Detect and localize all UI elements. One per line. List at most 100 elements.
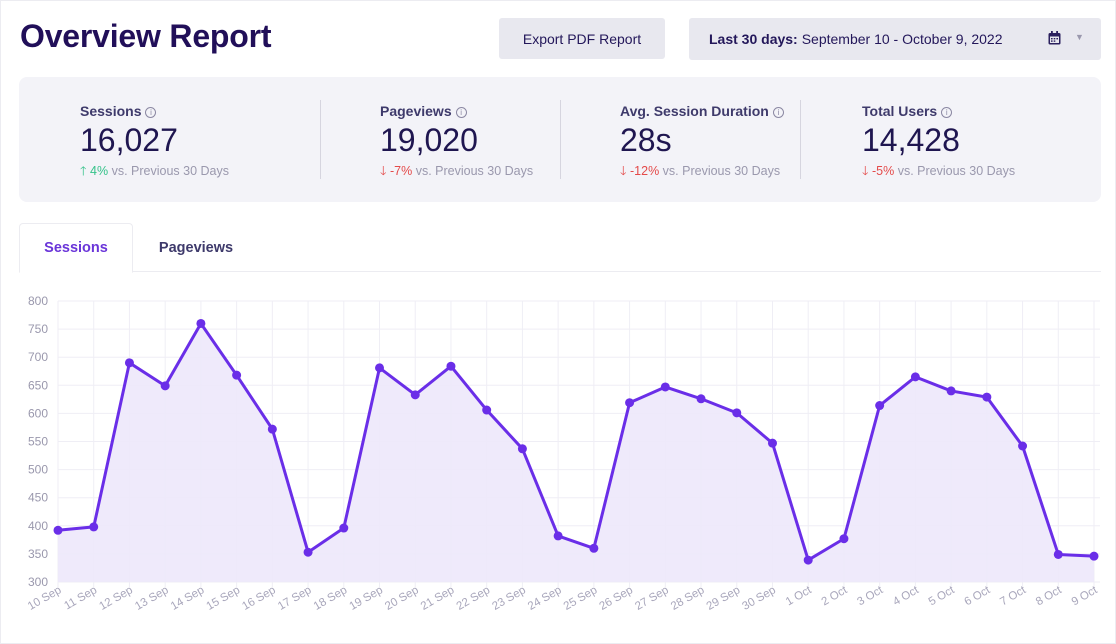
x-tick-label: 1 Oct <box>784 584 814 609</box>
data-point <box>1018 441 1028 451</box>
divider <box>320 100 321 179</box>
x-tick-label: 21 Sep <box>419 584 457 613</box>
stat-label: Sessions i <box>80 103 157 119</box>
caret-down-icon: ▼ <box>1075 32 1084 42</box>
delta-compare: vs. Previous 30 Days <box>897 164 1016 178</box>
x-tick-label: 27 Sep <box>633 584 671 613</box>
x-tick-label: 26 Sep <box>598 584 636 613</box>
data-point <box>875 401 885 411</box>
data-point <box>160 381 170 391</box>
data-point <box>339 523 349 533</box>
export-pdf-button[interactable]: Export PDF Report <box>499 18 665 59</box>
x-tick-label: 5 Oct <box>927 584 957 609</box>
arrow-down-icon: 🡓 <box>862 164 869 178</box>
y-tick-label: 600 <box>28 406 48 420</box>
x-tick-label: 30 Sep <box>740 584 778 613</box>
info-icon[interactable]: i <box>145 107 157 118</box>
stat-label-text: Avg. Session Duration <box>620 103 769 119</box>
stat-label: Pageviews i <box>380 103 467 119</box>
stat-value: 16,027 <box>80 122 178 158</box>
data-point <box>803 555 813 565</box>
y-tick-label: 650 <box>28 378 48 392</box>
arrow-down-icon: 🡓 <box>620 164 627 178</box>
data-point <box>196 318 206 328</box>
x-tick-label: 13 Sep <box>133 584 171 613</box>
stat-label: Avg. Session Duration i <box>620 103 784 119</box>
x-tick-label: 9 Oct <box>1070 584 1100 609</box>
data-point <box>1089 551 1099 561</box>
delta-compare: vs. Previous 30 Days <box>111 164 229 178</box>
x-tick-label: 14 Sep <box>169 584 207 613</box>
data-point <box>946 386 956 396</box>
y-tick-label: 400 <box>28 519 48 533</box>
x-tick-label: 25 Sep <box>562 584 600 613</box>
chart-tabs: Sessions Pageviews <box>19 223 1101 273</box>
y-tick-label: 550 <box>28 435 48 449</box>
data-point <box>89 522 99 532</box>
data-point <box>232 370 242 380</box>
stats-panel: Sessions i 16,027 🡑 4% vs. Previous 30 Da… <box>19 77 1101 202</box>
data-point <box>589 543 599 553</box>
arrow-up-icon: 🡑 <box>80 164 87 178</box>
data-point <box>625 398 635 408</box>
x-tick-label: 2 Oct <box>820 584 850 609</box>
data-point <box>267 424 277 434</box>
x-tick-label: 22 Sep <box>455 584 493 613</box>
date-range-prefix: Last 30 days: <box>709 31 798 47</box>
y-tick-label: 750 <box>28 322 48 336</box>
data-point <box>767 438 777 448</box>
data-point <box>375 363 385 373</box>
date-range-picker[interactable]: Last 30 days: September 10 - October 9, … <box>689 18 1101 60</box>
y-tick-label: 800 <box>28 294 48 308</box>
x-tick-label: 29 Sep <box>705 584 743 613</box>
stat-value: 14,428 <box>862 122 960 158</box>
x-tick-label: 12 Sep <box>97 584 135 613</box>
delta-compare: vs. Previous 30 Days <box>662 164 781 178</box>
data-point <box>732 408 742 418</box>
sessions-chart: 30035040045050055060065070075080010 Sep1… <box>26 294 1100 613</box>
x-tick-label: 28 Sep <box>669 584 707 613</box>
data-point <box>53 525 63 535</box>
x-tick-label: 20 Sep <box>383 584 421 613</box>
tab-sessions[interactable]: Sessions <box>19 223 133 273</box>
date-range-value: September 10 - October 9, 2022 <box>801 31 1003 47</box>
delta-value: -5% <box>872 164 895 178</box>
y-tick-label: 450 <box>28 491 48 505</box>
info-icon[interactable]: i <box>455 107 467 118</box>
stat-delta: 🡓 -5% vs. Previous 30 Days <box>862 162 1015 183</box>
data-point <box>1053 549 1063 559</box>
stat-delta: 🡓 -7% vs. Previous 30 Days <box>380 162 533 183</box>
info-icon[interactable]: i <box>772 107 784 118</box>
data-point <box>696 394 706 404</box>
x-tick-label: 4 Oct <box>891 584 921 609</box>
stat-value: 28s <box>620 122 672 158</box>
delta-value: 4% <box>90 164 109 178</box>
data-point <box>910 372 920 382</box>
stat-label-text: Total Users <box>862 103 938 119</box>
y-tick-label: 700 <box>28 350 48 364</box>
data-point <box>660 382 670 392</box>
x-tick-label: 17 Sep <box>276 584 314 613</box>
y-tick-label: 500 <box>28 463 48 477</box>
stat-label-text: Sessions <box>80 103 142 119</box>
y-tick-label: 350 <box>28 547 48 561</box>
delta-compare: vs. Previous 30 Days <box>415 164 534 178</box>
x-tick-label: 16 Sep <box>240 584 278 613</box>
x-tick-label: 7 Oct <box>998 584 1028 609</box>
calendar-icon <box>1048 31 1061 45</box>
x-tick-label: 23 Sep <box>490 584 528 613</box>
delta-value: -7% <box>390 164 413 178</box>
x-tick-label: 24 Sep <box>526 584 564 613</box>
data-point <box>982 392 992 402</box>
x-tick-label: 18 Sep <box>312 584 350 613</box>
data-point <box>410 390 420 400</box>
arrow-down-icon: 🡓 <box>380 164 387 178</box>
divider <box>560 100 561 179</box>
tab-pageviews[interactable]: Pageviews <box>145 223 247 272</box>
divider <box>800 100 801 179</box>
x-tick-label: 19 Sep <box>347 584 385 613</box>
info-icon[interactable]: i <box>941 107 953 118</box>
data-point <box>482 405 492 415</box>
x-tick-label: 8 Oct <box>1034 584 1064 609</box>
x-tick-label: 15 Sep <box>205 584 243 613</box>
